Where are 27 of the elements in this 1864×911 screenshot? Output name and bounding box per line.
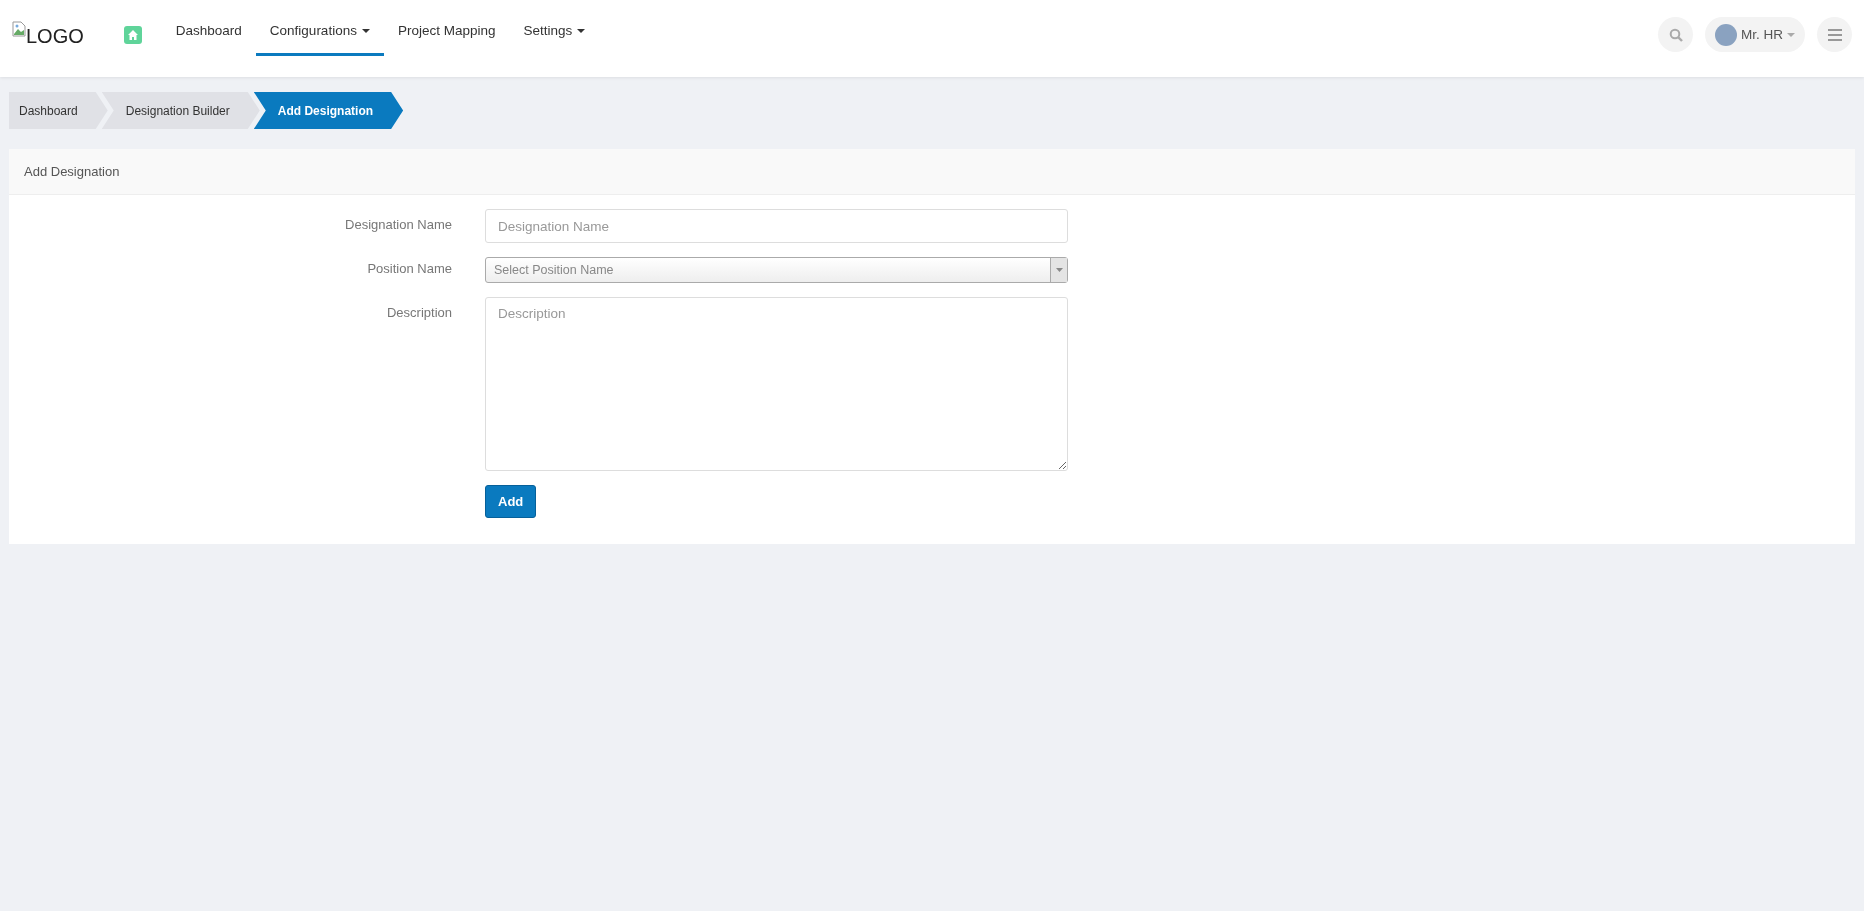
avatar: [1715, 23, 1737, 46]
menu-icon: [1827, 28, 1842, 41]
caret-icon: [361, 28, 370, 33]
home-icon[interactable]: [123, 25, 142, 44]
panel-title: Add Designation: [24, 164, 120, 179]
nav-link[interactable]: Dashboard: [161, 8, 256, 56]
breadcrumb-item[interactable]: Dashboard: [9, 92, 108, 129]
nav-link[interactable]: Settings: [509, 8, 600, 56]
search-button[interactable]: [1658, 17, 1693, 52]
text-input-field[interactable]: Designation Name: [485, 209, 1068, 243]
nav-link[interactable]: Project Mapping: [383, 8, 510, 56]
user-menu-button[interactable]: Mr. HR: [1705, 17, 1805, 52]
textarea-field[interactable]: Description: [485, 297, 1068, 471]
logo-alt-text: LOGO: [26, 25, 84, 48]
nav-link[interactable]: Configurations: [255, 8, 384, 56]
menu-button[interactable]: [1817, 17, 1852, 52]
field-label: Position Name: [366, 260, 452, 276]
add-button[interactable]: Add: [485, 485, 537, 518]
field-label: Description: [385, 304, 452, 320]
broken-image-icon: [12, 21, 26, 37]
search-icon: [1668, 27, 1683, 42]
caret-icon: [1787, 32, 1795, 37]
select-placeholder: Select Position Name: [494, 263, 614, 277]
breadcrumb-item[interactable]: Add Designation: [253, 92, 404, 129]
caret-icon: [577, 28, 586, 33]
field-label: Designation Name: [344, 216, 452, 232]
breadcrumb-item[interactable]: Designation Builder: [101, 92, 260, 129]
